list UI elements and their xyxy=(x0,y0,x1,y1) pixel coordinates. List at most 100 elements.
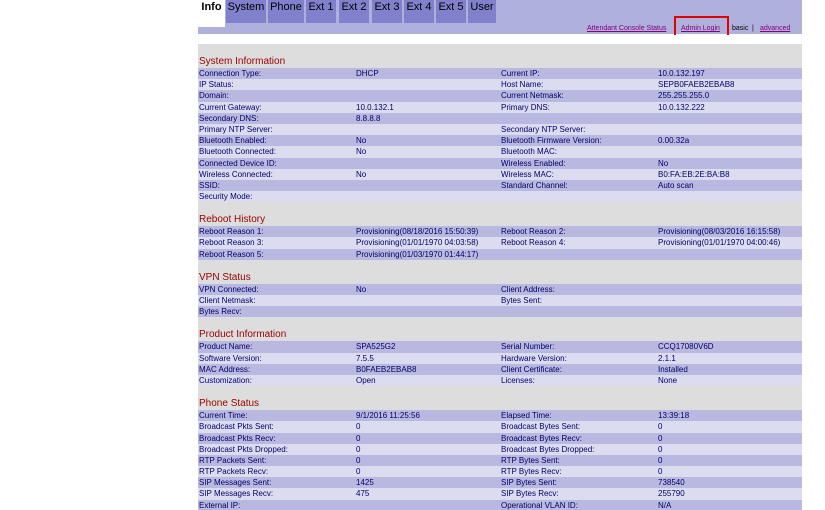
field-label: Domain: xyxy=(199,91,229,101)
field-value: Installed xyxy=(658,364,688,374)
info-row: Broadcast Pkts Dropped: 0 Broadcast Bytes … xyxy=(198,443,802,455)
field-label: Bluetooth MAC: xyxy=(501,147,558,157)
field-label: RTP Bytes Sent: xyxy=(501,455,560,465)
phone-status-section: Phone Status Current Time: 9/1/2016 11:25:… xyxy=(198,386,802,510)
vpn-status-section: VPN Status VPN Connected: No Client Address… xyxy=(198,260,802,318)
field-label: Reboot Reason 4: xyxy=(501,238,566,248)
tab-ext-3[interactable]: Ext 3 xyxy=(372,0,402,23)
field-label: Reboot Reason 2: xyxy=(501,227,566,237)
field-value: 1425 xyxy=(356,478,374,488)
field-value: SEPB0FAEB2EBAB8 xyxy=(658,80,735,90)
field-label: Connected Device ID: xyxy=(199,158,277,168)
field-value: Provisioning(08/18/2016 15:50:39) xyxy=(356,227,479,237)
field-value: 0 xyxy=(658,455,663,465)
field-label: Operational VLAN ID: xyxy=(501,500,578,510)
info-row: SIP Messages Sent: 1425 SIP Bytes Sent: 738… xyxy=(198,477,802,489)
info-row: Product Name: SPA525G2 Serial Number: CCQ17… xyxy=(198,341,802,353)
field-value: 13:39:18 xyxy=(658,411,690,421)
tab-ext-1[interactable]: Ext 1 xyxy=(306,0,336,23)
info-row: Broadcast Pkts Sent: 0 Broadcast Bytes Sen… xyxy=(198,421,802,433)
field-value: 255790 xyxy=(658,489,685,499)
field-label: RTP Bytes Recv: xyxy=(501,467,562,477)
attendant-console-status-link[interactable]: Attendant Console Status xyxy=(587,23,666,35)
field-label: Bytes Recv: xyxy=(199,307,242,317)
info-row: Broadcast Pkts Recv: 0 Broadcast Bytes Rec… xyxy=(198,432,802,444)
field-label: Broadcast Pkts Sent: xyxy=(199,422,274,432)
field-label: Bluetooth Enabled: xyxy=(199,136,267,146)
field-value: 10.0.132.222 xyxy=(658,102,705,112)
field-label: RTP Packets Sent: xyxy=(199,455,267,465)
field-value: 0 xyxy=(356,455,361,465)
field-label: Broadcast Pkts Dropped: xyxy=(199,444,288,454)
tab-ext-2[interactable]: Ext 2 xyxy=(339,0,369,23)
field-label: Current Netmask: xyxy=(501,91,564,101)
tab-ext-4[interactable]: Ext 4 xyxy=(404,0,434,23)
field-value: 0 xyxy=(356,433,361,443)
section-title: VPN Status xyxy=(199,271,251,283)
field-value: No xyxy=(356,169,367,179)
field-label: Broadcast Bytes Sent: xyxy=(501,422,581,432)
field-label: Secondary DNS: xyxy=(199,113,259,123)
field-value: Provisioning(08/03/2016 16:15:58) xyxy=(658,227,781,237)
field-value: No xyxy=(356,136,367,146)
field-value: SPA525G2 xyxy=(356,342,396,352)
info-row: Client Netmask: Bytes Sent: xyxy=(198,295,802,307)
info-row: SSID: Standard Channel: Auto scan xyxy=(198,179,802,192)
field-label: Host Name: xyxy=(501,80,544,90)
status-content: System Information Connection Type: DHCP Cu… xyxy=(198,44,802,510)
field-label: Reboot Reason 3: xyxy=(199,238,264,248)
field-label: VPN Connected: xyxy=(199,284,259,294)
field-value: N/A xyxy=(658,500,672,510)
field-label: Broadcast Pkts Recv: xyxy=(199,433,276,443)
field-value: Provisioning(01/03/1970 01:44:17) xyxy=(356,249,479,259)
field-value: None xyxy=(658,375,678,385)
info-row: Bluetooth Connected: No Bluetooth MAC: xyxy=(198,146,802,158)
field-label: Bluetooth Connected: xyxy=(199,147,276,157)
info-row: Reboot Reason 1: Provisioning(08/18/2016 … xyxy=(198,226,802,238)
field-label: External IP: xyxy=(199,500,241,510)
info-row: Wireless Connected: No Wireless MAC: B0:FA:… xyxy=(198,168,802,180)
field-label: Bluetooth Firmware Version: xyxy=(501,136,602,146)
info-row: IP Status: Host Name: SEPB0FAEB2EBAB8 xyxy=(198,79,802,91)
field-label: Broadcast Bytes Recv: xyxy=(501,433,582,443)
field-value: 9/1/2016 11:25:56 xyxy=(356,411,420,421)
field-label: SIP Bytes Recv: xyxy=(501,489,559,499)
header-divider xyxy=(198,35,802,44)
field-value: 7.5.5 xyxy=(356,353,374,363)
field-label: IP Status: xyxy=(199,80,234,90)
web-ui-panel: Info System Phone Ext 1 Ext 2 Ext 3 Ext … xyxy=(198,0,802,510)
field-label: Primary DNS: xyxy=(501,102,550,112)
section-title: Product Information xyxy=(199,329,287,341)
info-row: Bytes Recv: xyxy=(198,306,802,318)
field-value: Open xyxy=(356,375,376,385)
tab-system[interactable]: System xyxy=(226,0,266,23)
tab-ext-5[interactable]: Ext 5 xyxy=(436,0,466,23)
field-label: Current Gateway: xyxy=(199,102,262,112)
info-row: Secondary DNS: 8.8.8.8 xyxy=(198,112,802,124)
field-label: Client Address: xyxy=(501,284,555,294)
field-label: Customization: xyxy=(199,375,252,385)
section-title: Phone Status xyxy=(199,398,260,410)
field-value: 255.255.255.0 xyxy=(658,91,710,101)
info-row: Connection Type: DHCP Current IP: 10.0.132.… xyxy=(198,68,802,80)
field-value: 0 xyxy=(658,433,663,443)
tab-phone[interactable]: Phone xyxy=(268,0,304,23)
field-label: SIP Messages Recv: xyxy=(199,489,274,499)
field-value: Provisioning(01/01/1970 04:00:46) xyxy=(658,238,781,248)
field-label: Reboot Reason 1: xyxy=(199,227,264,237)
info-row: MAC Address: B0FAEB2EBAB8 Client Certifica… xyxy=(198,363,802,375)
tab-user[interactable]: User xyxy=(468,0,496,23)
field-label: Client Netmask: xyxy=(199,296,256,305)
field-value: 10.0.132.1 xyxy=(356,102,394,112)
field-label: Current Time: xyxy=(199,411,248,421)
field-value: 8.8.8.8 xyxy=(356,113,381,123)
field-label: Hardware Version: xyxy=(501,353,567,363)
field-value: 0 xyxy=(658,467,663,477)
advanced-view-link[interactable]: advanced xyxy=(760,23,790,35)
info-row: Current Time: 9/1/2016 11:25:56 Elapsed Ti… xyxy=(198,410,802,422)
info-row: Customization: Open Licenses: None xyxy=(198,374,802,387)
info-row: VPN Connected: No Client Address: xyxy=(198,283,802,295)
